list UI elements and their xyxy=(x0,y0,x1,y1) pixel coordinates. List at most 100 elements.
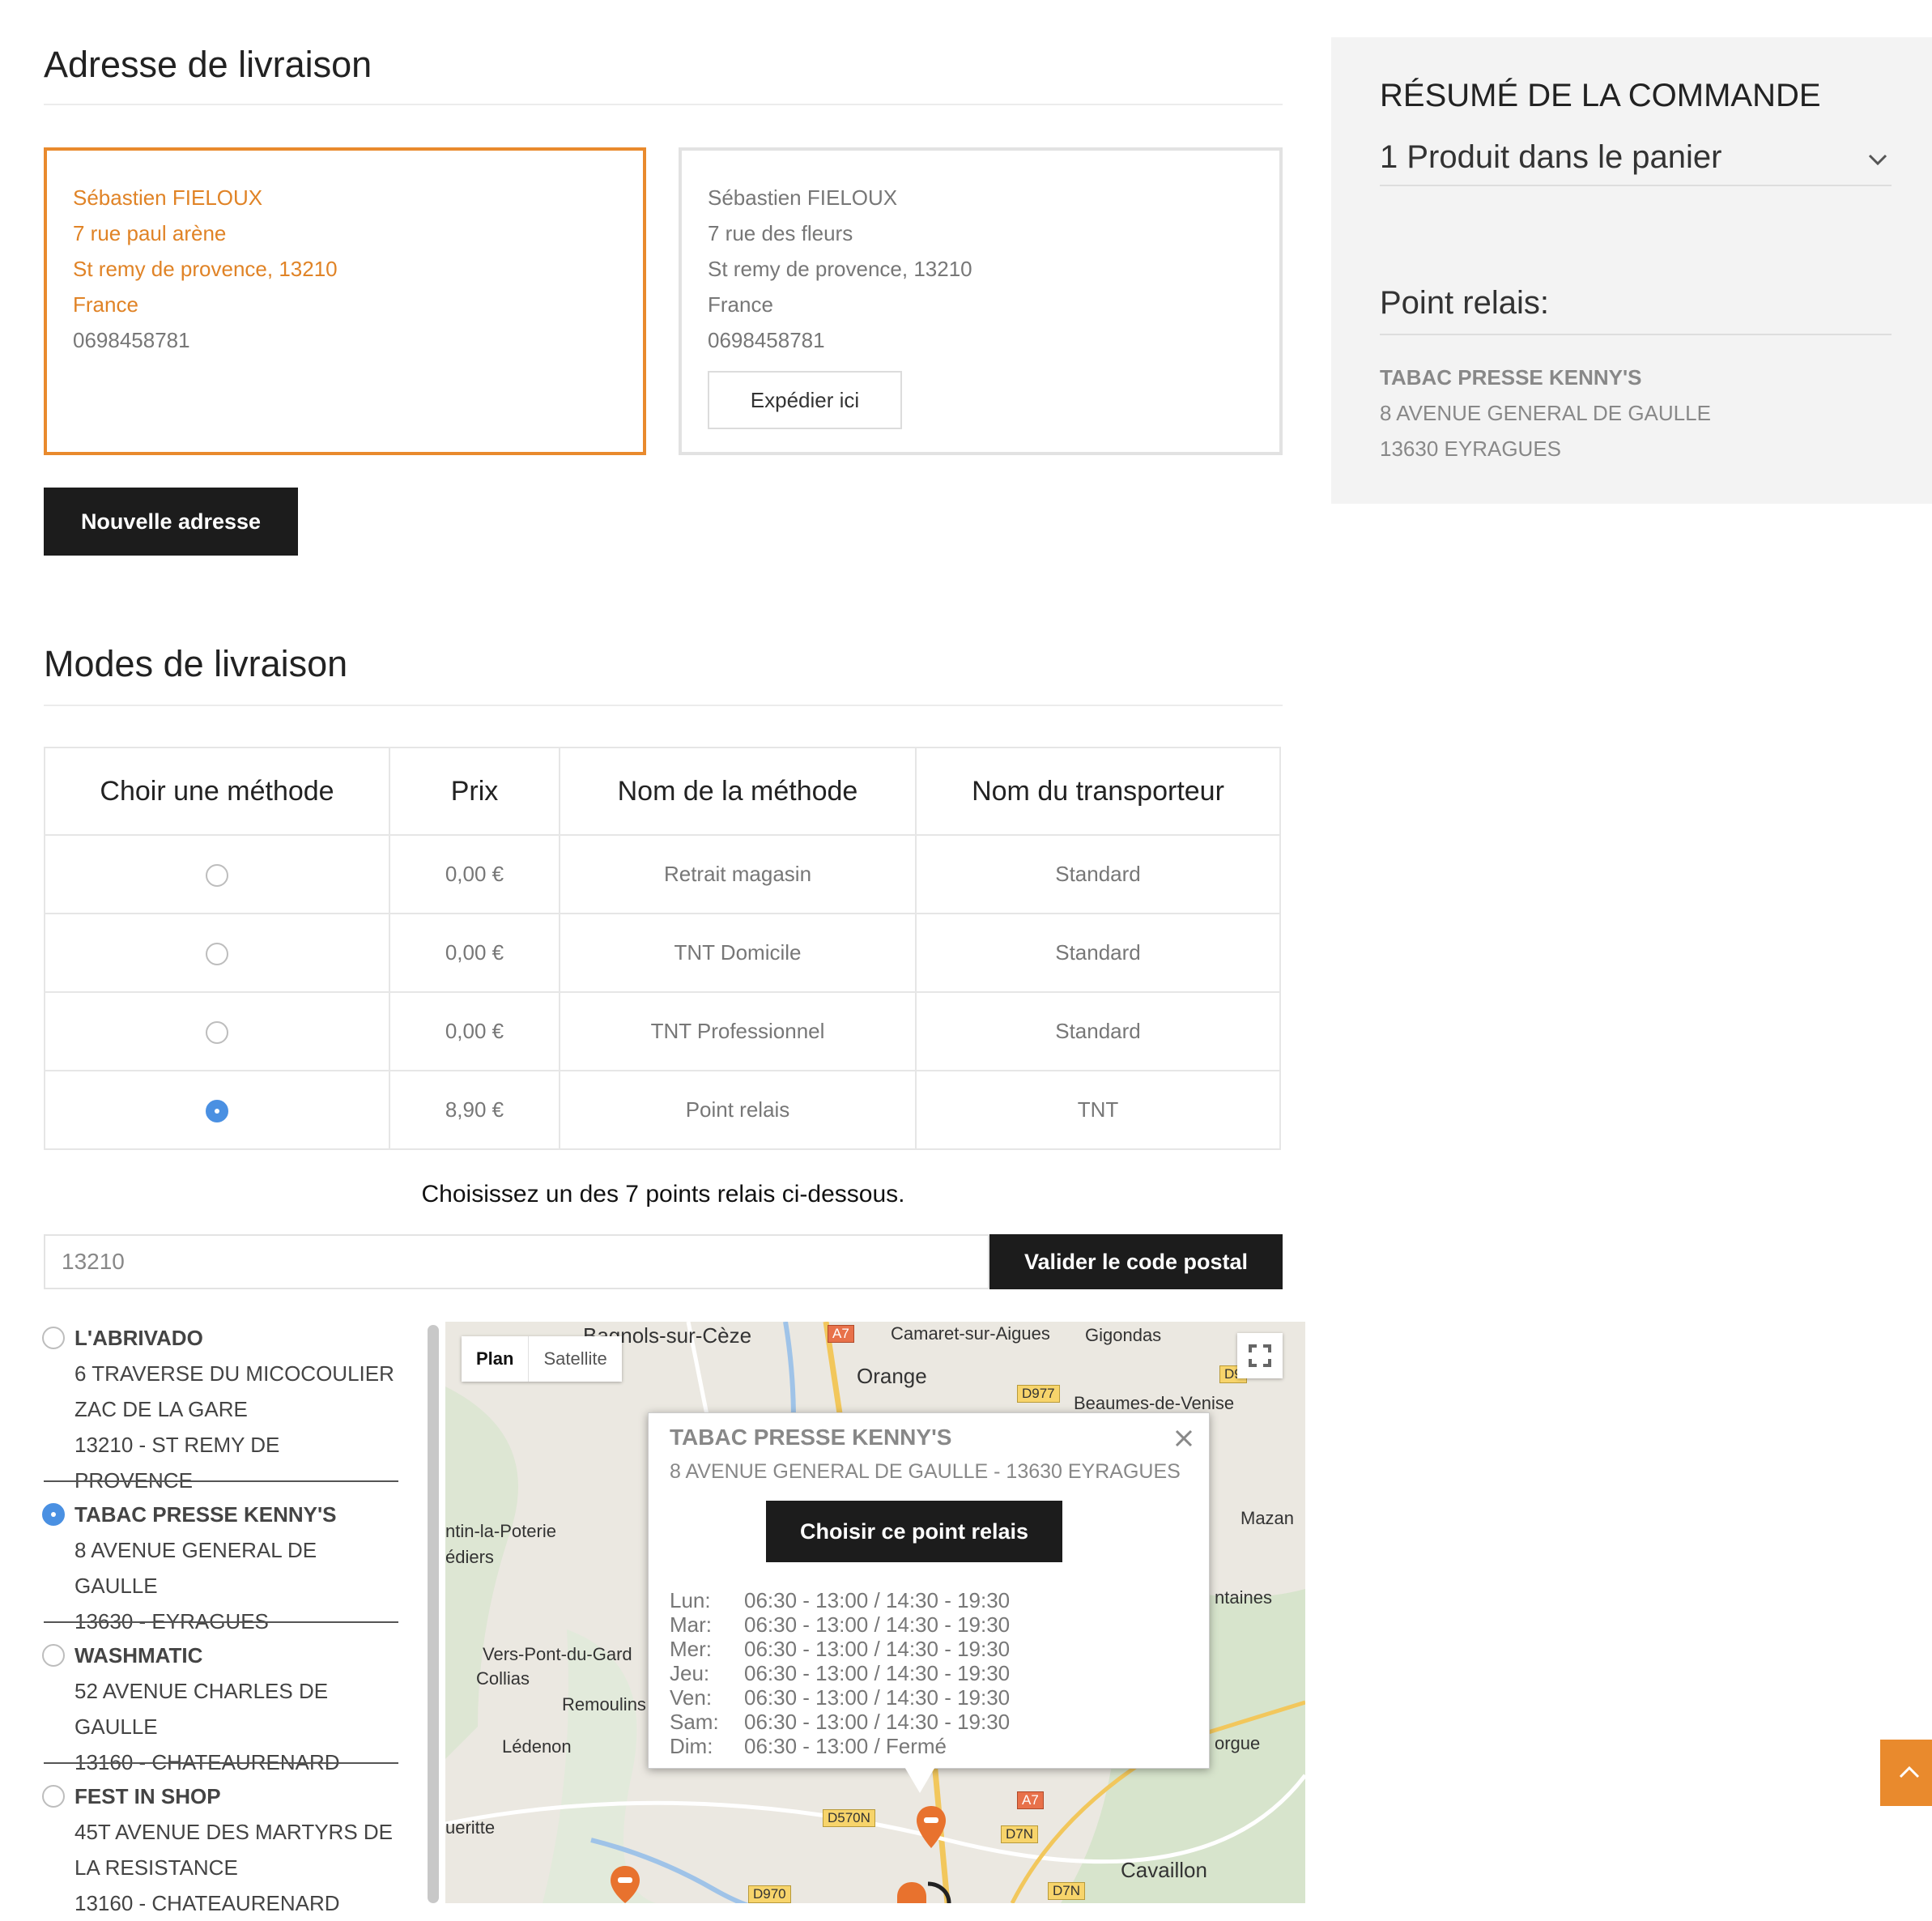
map-city-label: Beaumes-de-Venise xyxy=(1074,1393,1235,1413)
hours-time: 06:30 - 13:00 / 14:30 - 19:30 xyxy=(744,1685,1011,1710)
column-header: Nom du transporteur xyxy=(915,747,1281,836)
map-city-label: Gigondas xyxy=(1085,1325,1162,1345)
ship-here-button[interactable]: Expédier ici xyxy=(708,371,902,429)
method-carrier: Standard xyxy=(915,991,1281,1071)
cart-toggle[interactable]: 1 Produit dans le panier xyxy=(1380,139,1892,186)
method-radio-selected[interactable] xyxy=(206,1100,228,1123)
method-price: 8,90 € xyxy=(389,1070,560,1150)
table-row[interactable]: 0,00 € TNT Domicile Standard xyxy=(44,913,1281,993)
method-radio[interactable] xyxy=(206,864,228,888)
hours-time: 06:30 - 13:00 / 14:30 - 19:30 xyxy=(744,1637,1011,1661)
map-city-label: Vers-Pont-du-Gard xyxy=(483,1644,632,1664)
relay-summary-street: 8 AVENUE GENERAL DE GAULLE xyxy=(1380,401,1711,425)
road-sign: A7 xyxy=(1017,1791,1044,1809)
fullscreen-button[interactable] xyxy=(1237,1333,1283,1378)
relay-radio[interactable] xyxy=(42,1644,65,1667)
table-row[interactable]: 0,00 € Retrait magasin Standard xyxy=(44,834,1281,914)
divider xyxy=(44,1621,398,1623)
address-card-other[interactable]: Sébastien FIELOUX 7 rue des fleurs St re… xyxy=(679,147,1283,455)
method-name: TNT Professionnel xyxy=(559,991,917,1071)
relay-address-line: 45T AVENUE DES MARTYRS DE xyxy=(74,1820,394,1844)
map-city-label: ntin-la-Poterie xyxy=(445,1521,556,1541)
back-to-top-button[interactable] xyxy=(1880,1740,1932,1806)
relay-name: TABAC PRESSE KENNY'S xyxy=(74,1502,337,1527)
map-city-label: ueritte xyxy=(445,1817,496,1838)
method-price: 0,00 € xyxy=(389,913,560,993)
hours-time: 06:30 - 13:00 / 14:30 - 19:30 xyxy=(744,1661,1011,1685)
close-icon[interactable] xyxy=(1173,1428,1194,1449)
road-sign: D570N xyxy=(823,1809,875,1827)
road-sign: D7N xyxy=(1001,1825,1039,1843)
address-phone: 0698458781 xyxy=(708,328,825,352)
fullscreen-icon xyxy=(1249,1344,1271,1367)
hours-day: Ven: xyxy=(670,1685,713,1710)
cart-label: 1 Produit dans le panier xyxy=(1380,139,1722,175)
relay-summary-name: TABAC PRESSE KENNY'S xyxy=(1380,365,1642,390)
relay-summary-title: Point relais: xyxy=(1380,285,1892,335)
shipping-methods-table: Choir une méthode Prix Nom de la méthode… xyxy=(44,747,1281,1150)
map-city-label: Cavaillon xyxy=(1121,1858,1207,1882)
method-price: 0,00 € xyxy=(389,834,560,914)
map-city-label: Remoulins xyxy=(562,1694,646,1714)
relay-item[interactable]: FEST IN SHOP 45T AVENUE DES MARTYRS DE L… xyxy=(40,1778,400,1921)
address-city: St remy de provence, 13210 xyxy=(73,257,338,281)
map-marker-icon[interactable] xyxy=(896,1881,952,1903)
relay-radio-selected[interactable] xyxy=(42,1503,65,1526)
relay-name: FEST IN SHOP xyxy=(74,1784,221,1808)
road-sign: D977 xyxy=(1017,1385,1060,1403)
map-marker-icon[interactable] xyxy=(915,1804,947,1850)
new-address-button[interactable]: Nouvelle adresse xyxy=(44,488,298,556)
map-tab-plan[interactable]: Plan xyxy=(462,1336,528,1382)
relay-item[interactable]: L'ABRIVADO 6 TRAVERSE DU MICOCOULIER ZAC… xyxy=(40,1320,400,1498)
shipping-title: Adresse de livraison xyxy=(44,44,372,85)
map-city-label: Collias xyxy=(476,1668,530,1689)
address-street: 7 rue des fleurs xyxy=(708,221,853,245)
relay-radio[interactable] xyxy=(42,1785,65,1808)
order-summary-panel: RÉSUMÉ DE LA COMMANDE 1 Produit dans le … xyxy=(1331,37,1932,504)
map-type-control: Plan Satellite xyxy=(462,1336,622,1382)
relay-name: L'ABRIVADO xyxy=(74,1326,203,1350)
address-country: France xyxy=(73,292,138,317)
relay-address-line: ZAC DE LA GARE xyxy=(74,1397,248,1421)
hours-time: 06:30 - 13:00 / 14:30 - 19:30 xyxy=(744,1710,1011,1734)
chevron-down-icon xyxy=(1868,154,1887,166)
map-city-label: Lédenon xyxy=(502,1736,572,1757)
table-row[interactable]: 0,00 € TNT Professionnel Standard xyxy=(44,991,1281,1071)
column-header: Choir une méthode xyxy=(44,747,390,836)
column-header: Prix xyxy=(389,747,560,836)
divider xyxy=(44,104,1283,105)
relay-address-line: 52 AVENUE CHARLES DE GAULLE xyxy=(74,1679,329,1739)
methods-title: Modes de livraison xyxy=(44,643,348,684)
method-radio[interactable] xyxy=(206,1021,228,1045)
method-name: Retrait magasin xyxy=(559,834,917,914)
hours-day: Jeu: xyxy=(670,1661,710,1685)
relay-radio[interactable] xyxy=(42,1327,65,1349)
method-radio[interactable] xyxy=(206,943,228,966)
map-city-label: Mazan xyxy=(1240,1508,1295,1528)
relay-summary-city: 13630 EYRAGUES xyxy=(1380,437,1562,461)
chevron-up-icon xyxy=(1899,1766,1920,1778)
opening-hours: Lun: 06:30 - 13:00 / 14:30 - 19:30 Mar: 06… xyxy=(670,1588,1010,1758)
hours-day: Lun: xyxy=(670,1588,711,1612)
map-marker-icon[interactable] xyxy=(609,1864,641,1903)
map-tab-satellite[interactable]: Satellite xyxy=(528,1336,621,1382)
relay-map[interactable]: Bagnols-sur-Cèze Camaret-sur-Aigues Gigo… xyxy=(445,1322,1305,1903)
choose-relay-button[interactable]: Choisir ce point relais xyxy=(766,1501,1062,1562)
address-city: St remy de provence, 13210 xyxy=(708,257,972,281)
hours-time: 06:30 - 13:00 / 14:30 - 19:30 xyxy=(744,1612,1011,1637)
table-row[interactable]: 8,90 € Point relais TNT xyxy=(44,1070,1281,1150)
address-card-selected[interactable]: Sébastien FIELOUX 7 rue paul arène St re… xyxy=(44,147,646,455)
hours-time: 06:30 - 13:00 / Fermé xyxy=(744,1734,947,1758)
map-city-label: orgue xyxy=(1215,1733,1261,1753)
validate-postal-button[interactable]: Valider le code postal xyxy=(989,1234,1283,1289)
relay-address-line: 6 TRAVERSE DU MICOCOULIER xyxy=(74,1361,394,1386)
map-city-label: Camaret-sur-Aigues xyxy=(891,1323,1050,1344)
relay-item[interactable]: TABAC PRESSE KENNY'S 8 AVENUE GENERAL DE… xyxy=(40,1497,400,1639)
relay-name: WASHMATIC xyxy=(74,1643,203,1668)
road-sign: A7 xyxy=(828,1325,854,1343)
hours-day: Dim: xyxy=(670,1734,713,1758)
relay-address-line: 8 AVENUE GENERAL DE GAULLE xyxy=(74,1538,317,1598)
relay-item[interactable]: WASHMATIC 52 AVENUE CHARLES DE GAULLE 13… xyxy=(40,1638,400,1780)
postal-code-input[interactable]: 13210 xyxy=(44,1234,989,1289)
relay-list-scrollbar[interactable] xyxy=(428,1325,439,1903)
